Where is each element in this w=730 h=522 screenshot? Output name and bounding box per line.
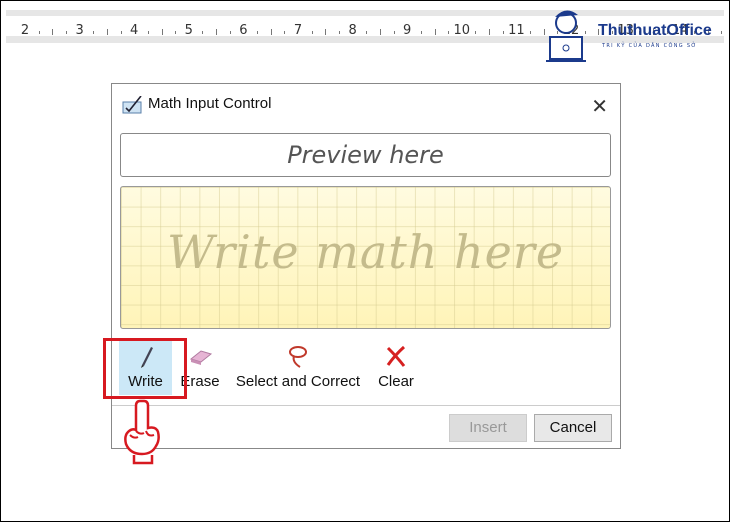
write-placeholder: Write math here [166, 225, 565, 279]
eraser-icon [189, 350, 213, 365]
ruler-tick [379, 29, 381, 35]
footer-divider [112, 405, 620, 406]
insert-button[interactable]: Insert [449, 414, 527, 442]
ruler-tick [175, 31, 177, 34]
ruler-tick [325, 29, 327, 35]
logo-person-laptop-icon [546, 10, 586, 62]
ruler-tick [339, 31, 340, 34]
ruler-tick [502, 31, 504, 34]
ruler-tick [229, 31, 231, 34]
write-highlight-box [103, 338, 187, 399]
ruler-tick [38, 31, 40, 34]
ruler-tick [475, 31, 477, 34]
ruler-label: 8 [348, 23, 357, 38]
clear-tool-button[interactable]: Clear [375, 339, 417, 395]
ruler-label: 5 [184, 23, 193, 38]
ruler-tick [202, 31, 204, 34]
ruler-tick [106, 29, 108, 35]
ruler-tick [66, 31, 67, 34]
writing-area[interactable]: Write math here [120, 186, 611, 329]
ruler-tick [434, 29, 436, 35]
logo-tagline: TRI KỶ CỦA DÂN CÔNG SỞ [602, 43, 698, 49]
math-input-app-icon [122, 96, 142, 114]
pointing-hand-icon [124, 399, 160, 465]
ruler-label: 6 [239, 23, 248, 38]
dialog-title: Math Input Control [148, 95, 272, 112]
ruler-tick [257, 31, 258, 34]
ruler-tick [161, 29, 163, 35]
ruler-tick [147, 31, 149, 34]
ruler-label: 9 [403, 23, 412, 38]
ruler-tick [489, 29, 491, 35]
ruler-tick [284, 31, 286, 34]
ruler-tick [52, 29, 54, 35]
ruler-tick [530, 31, 531, 34]
lasso-icon [289, 346, 307, 368]
ruler-tick [311, 31, 313, 34]
ruler-tick [420, 31, 422, 34]
ruler-label: 3 [75, 23, 84, 38]
select-and-correct-label: Select and Correct [235, 373, 361, 390]
ruler-tick [393, 31, 395, 34]
ruler-label: 2 [20, 23, 30, 38]
ruler-tick [93, 31, 95, 34]
ruler-tick [216, 29, 218, 35]
clear-x-icon [386, 345, 406, 367]
ruler-tick [366, 31, 368, 34]
clear-label: Clear [378, 373, 414, 390]
ruler-label: 4 [130, 23, 139, 38]
preview-area: Preview here [120, 133, 611, 177]
ruler-label: 7 [293, 23, 303, 38]
ruler-label: 10 [453, 23, 471, 38]
ruler-tick [120, 31, 122, 34]
close-icon[interactable]: ✕ [591, 94, 608, 118]
cancel-button[interactable]: Cancel [534, 414, 612, 442]
math-input-dialog: Math Input Control ✕ Preview here Write … [111, 83, 621, 449]
ruler-label: 11 [508, 23, 525, 38]
ruler-tick [448, 31, 450, 34]
select-and-correct-tool-button[interactable]: Select and Correct [232, 339, 364, 395]
ruler-tick [270, 29, 272, 35]
logo-name: ThuthuatOffice [598, 22, 712, 39]
thuthuatoffice-logo: ThuthuatOffice TRI KỶ CỦA DÂN CÔNG SỞ [538, 5, 728, 67]
